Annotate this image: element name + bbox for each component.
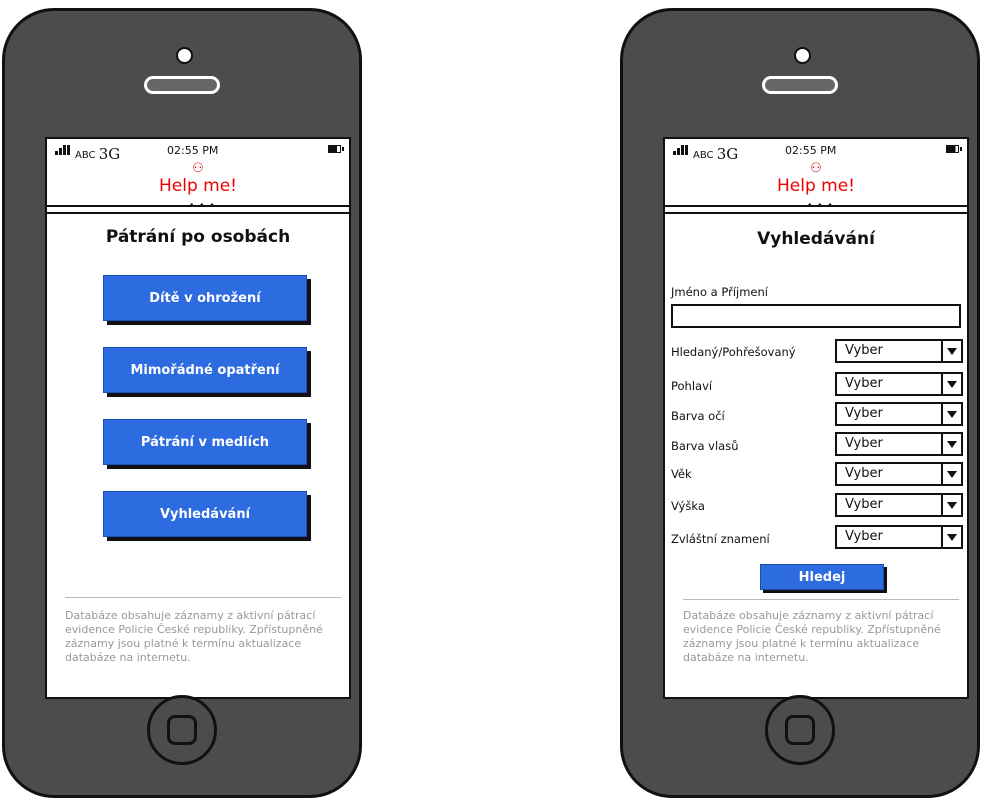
chevron-down-icon [941,341,961,361]
chevron-down-icon [941,464,961,484]
camera-dot [794,47,811,64]
phone-left: ABC 3G 02:55 PM ⚇ Help me! • • • Pátrání… [2,8,362,798]
header-divider-bottom [47,212,349,214]
header-divider-bottom [665,212,967,214]
home-button[interactable] [147,695,217,765]
wanted-missing-label: Hledaný/Pohřešovaný [671,345,796,359]
search-button[interactable]: Vyhledávání [103,491,307,537]
home-square-icon [785,715,815,745]
submit-search-button[interactable]: Hledej [760,564,884,590]
chevron-down-icon [941,495,961,515]
name-label: Jméno a Příjmení [671,285,768,299]
page-title: Vyhledávání [757,229,875,249]
people-icon: ⚇ [810,161,822,176]
battery-icon [328,145,344,153]
eye-color-label: Barva očí [671,409,725,423]
page-title: Pátrání po osobách [105,227,291,247]
hair-color-select[interactable]: Vyber [835,432,963,456]
header-divider-top [47,205,349,207]
app-title: Help me! [777,176,855,196]
footer-disclaimer: Databáze obsahuje záznamy z aktivní pátr… [65,609,323,664]
signal-icon [673,145,689,155]
child-danger-button[interactable]: Dítě v ohrožení [103,275,307,321]
app-title: Help me! [159,176,237,196]
screen-home: ABC 3G 02:55 PM ⚇ Help me! • • • Pátrání… [45,137,351,699]
camera-dot [176,47,193,64]
chevron-down-icon [941,404,961,424]
eye-color-select[interactable]: Vyber [835,402,963,426]
chevron-down-icon [941,527,961,547]
carrier-label: ABC 3G [693,145,739,163]
footer-divider [65,597,341,598]
sex-label: Pohlaví [671,379,713,393]
speaker-grille [762,76,838,94]
special-marks-label: Zvláštní znamení [671,532,770,546]
signal-icon [55,145,71,155]
battery-icon [946,145,962,153]
status-bar: ABC 3G 02:55 PM [665,139,967,163]
height-select[interactable]: Vyber [835,493,963,517]
special-marks-select[interactable]: Vyber [835,525,963,549]
wanted-missing-select[interactable]: Vyber [835,339,963,363]
header-divider-top [665,205,967,207]
name-input[interactable] [671,304,961,328]
age-label: Věk [671,467,692,481]
media-search-button[interactable]: Pátrání v mediích [103,419,307,465]
phone-right: ABC 3G 02:55 PM ⚇ Help me! • • • Vyhledá… [620,8,980,798]
age-select[interactable]: Vyber [835,462,963,486]
height-label: Výška [671,499,705,513]
footer-divider [683,599,959,600]
app-header: ⚇ Help me! • • • [47,161,349,211]
home-square-icon [167,715,197,745]
status-time: 02:55 PM [785,144,837,157]
home-button[interactable] [765,695,835,765]
speaker-grille [144,76,220,94]
extraordinary-measure-button[interactable]: Mimořádné opatření [103,347,307,393]
chevron-down-icon [941,374,961,394]
screen-search: ABC 3G 02:55 PM ⚇ Help me! • • • Vyhledá… [663,137,969,699]
carrier-label: ABC 3G [75,145,121,163]
hair-color-label: Barva vlasů [671,439,739,453]
sex-select[interactable]: Vyber [835,372,963,396]
people-icon: ⚇ [192,161,204,176]
footer-disclaimer: Databáze obsahuje záznamy z aktivní pátr… [683,609,941,664]
app-header: ⚇ Help me! • • • [665,161,967,211]
chevron-down-icon [941,434,961,454]
status-time: 02:55 PM [167,144,219,157]
status-bar: ABC 3G 02:55 PM [47,139,349,163]
